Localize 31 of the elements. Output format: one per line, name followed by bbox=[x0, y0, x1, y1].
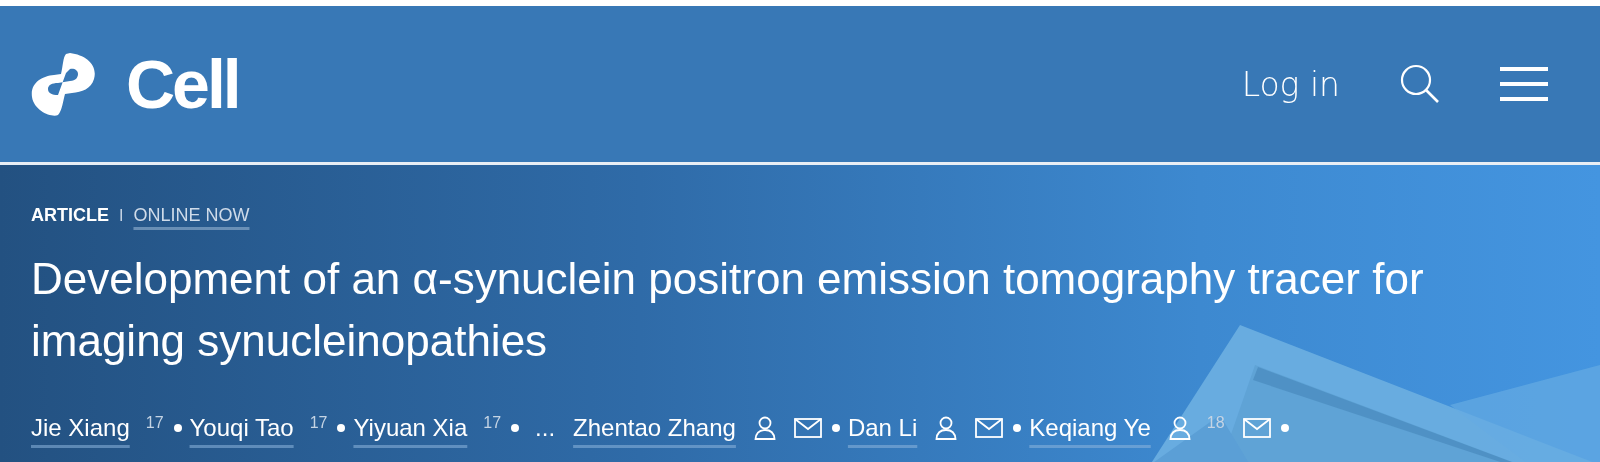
author-link[interactable]: Keqiang Ye bbox=[1029, 414, 1151, 442]
separator-dot bbox=[511, 424, 520, 432]
person-icon[interactable] bbox=[935, 416, 958, 440]
article-title: Development of an α-synuclein positron emission tomography tracer for imaging synucleinopathies bbox=[31, 253, 1425, 367]
more-authors[interactable]: ... bbox=[535, 414, 556, 442]
menu-icon[interactable] bbox=[1500, 67, 1548, 101]
author-link[interactable]: Youqi Tao bbox=[189, 414, 294, 442]
separator-dot bbox=[831, 424, 840, 432]
person-icon[interactable] bbox=[753, 416, 776, 440]
author-link[interactable]: Dan Li bbox=[847, 414, 918, 442]
search-icon[interactable] bbox=[1400, 64, 1440, 104]
separator-dot bbox=[173, 424, 182, 432]
article-type: ARTICLE bbox=[31, 205, 109, 226]
mail-icon[interactable] bbox=[793, 418, 822, 438]
separator-dot bbox=[337, 424, 346, 432]
mail-icon[interactable] bbox=[975, 418, 1004, 438]
author-link[interactable]: Zhentao Zhang bbox=[573, 414, 736, 442]
author-link[interactable]: Jie Xiang bbox=[31, 414, 130, 442]
person-icon[interactable] bbox=[1168, 416, 1191, 440]
separator-dot bbox=[1280, 424, 1289, 432]
mail-icon[interactable] bbox=[1242, 418, 1271, 438]
author-link[interactable]: Yiyuan Xia bbox=[353, 414, 468, 442]
login-link[interactable]: Log in bbox=[1241, 64, 1340, 104]
affiliation-number[interactable]: 17 bbox=[483, 414, 502, 432]
separator-dot bbox=[1013, 424, 1022, 432]
affiliation-number[interactable]: 17 bbox=[309, 414, 328, 432]
status-link[interactable]: ONLINE NOW bbox=[133, 205, 250, 226]
affiliation-number[interactable]: 17 bbox=[145, 414, 164, 432]
brand-name[interactable]: Cell bbox=[126, 45, 239, 123]
divider-mark: I bbox=[119, 207, 124, 225]
logo-icon[interactable] bbox=[30, 51, 98, 117]
